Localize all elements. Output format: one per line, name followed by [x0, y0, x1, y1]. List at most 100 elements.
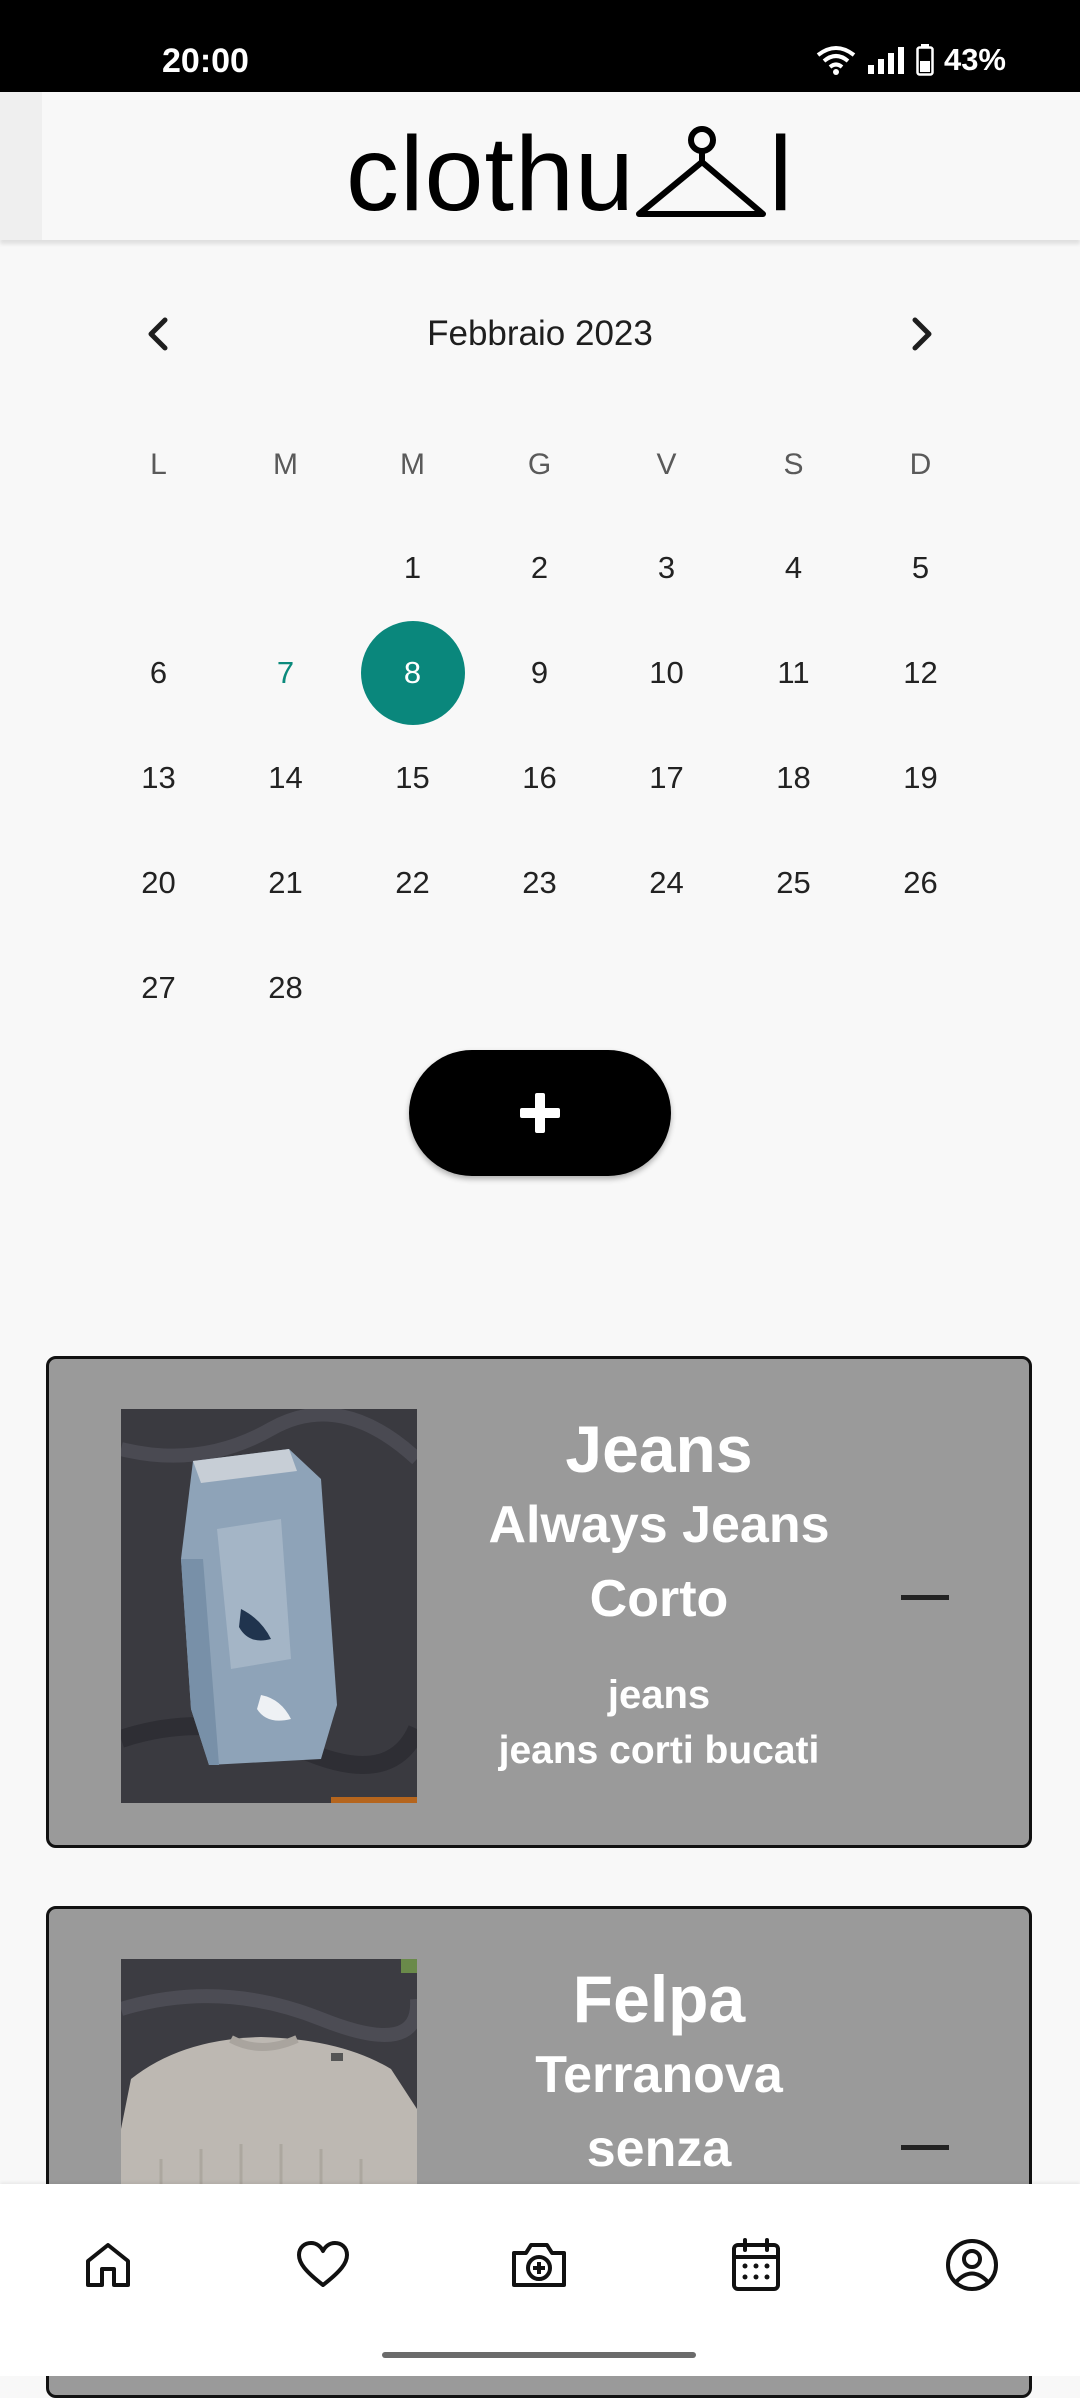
- calendar-day-number: 3: [657, 549, 676, 585]
- weekday-header: G: [527, 448, 552, 481]
- calendar-day[interactable]: 15: [349, 725, 476, 830]
- calendar-day[interactable]: 3: [603, 515, 730, 620]
- nav-add-photo[interactable]: [504, 2230, 574, 2300]
- item-fit: Corto: [589, 1570, 729, 1628]
- calendar-day-number: 27: [141, 969, 176, 1005]
- calendar-day[interactable]: 12: [857, 620, 984, 725]
- remove-item-button[interactable]: [901, 1595, 949, 1600]
- clothing-item-card[interactable]: Jeans Always Jeans Corto jeans jeans cor…: [46, 1356, 1032, 1848]
- item-brand: Terranova: [535, 2046, 783, 2104]
- calendar-day[interactable]: 28: [222, 935, 349, 1040]
- calendar-day-selected[interactable]: 8: [349, 620, 476, 725]
- calendar-day-number: 12: [903, 654, 938, 690]
- calendar-day-number: 8: [360, 620, 465, 725]
- weekday-header: L: [150, 448, 167, 481]
- calendar-day[interactable]: 20: [95, 830, 222, 935]
- status-indicators: 43%: [816, 40, 1006, 80]
- nav-calendar[interactable]: [721, 2230, 791, 2300]
- chevron-right-icon: [912, 317, 932, 351]
- status-bar: 20:00 43%: [0, 0, 1080, 92]
- calendar-day[interactable]: 23: [476, 830, 603, 935]
- calendar-day-number: 10: [649, 654, 684, 690]
- calendar-day-number: 11: [777, 654, 810, 690]
- calendar-day-number: 15: [395, 759, 430, 795]
- wifi-icon: [816, 46, 856, 75]
- status-time: 20:00: [162, 42, 249, 80]
- calendar-day-number: 7: [276, 654, 295, 690]
- app-header: clothu l: [0, 92, 1080, 240]
- calendar-day[interactable]: 17: [603, 725, 730, 830]
- hanger-icon: [635, 126, 766, 217]
- weekday-header: V: [656, 448, 677, 481]
- calendar-day-number: 21: [268, 864, 303, 900]
- calendar-day[interactable]: 24: [603, 830, 730, 935]
- calendar-day[interactable]: 18: [730, 725, 857, 830]
- calendar-day-number: 25: [776, 864, 811, 900]
- nav-profile[interactable]: [937, 2230, 1007, 2300]
- calendar-nav: Febbraio 2023: [0, 240, 1080, 410]
- calendar-day[interactable]: 16: [476, 725, 603, 830]
- home-indicator[interactable]: [382, 2352, 696, 2358]
- calendar-day[interactable]: 1: [349, 515, 476, 620]
- signal-icon: [867, 47, 904, 74]
- plus-icon: [520, 1093, 560, 1133]
- weekday-header: M: [400, 448, 425, 481]
- battery-percentage: 43%: [943, 42, 1006, 77]
- item-description: jeans corti bucati: [498, 1729, 820, 1772]
- calendar-day-number: 4: [784, 549, 803, 585]
- calendar-day[interactable]: 22: [349, 830, 476, 935]
- calendar-day-number: 16: [522, 759, 557, 795]
- weekday-header: S: [783, 448, 804, 481]
- calendar-day-number: 17: [649, 759, 684, 795]
- calendar-day[interactable]: 4: [730, 515, 857, 620]
- calendar-day[interactable]: 19: [857, 725, 984, 830]
- calendar-day[interactable]: 26: [857, 830, 984, 935]
- calendar-day-number: 9: [530, 654, 549, 690]
- app-logo: clothu l: [346, 115, 794, 233]
- remove-item-button[interactable]: [901, 2145, 949, 2150]
- calendar-day[interactable]: 5: [857, 515, 984, 620]
- calendar-day-number: 1: [403, 549, 422, 585]
- calendar-day[interactable]: 27: [95, 935, 222, 1040]
- calendar-grid: L M M G V S D 1 2 3 4 5 6 7 8 9 10 11 12 13 14 15 16 17 18 19 20 21…: [95, 415, 985, 1040]
- calendar-day-number: 26: [903, 864, 938, 900]
- calendar-day[interactable]: 11: [730, 620, 857, 725]
- next-month-button[interactable]: [892, 304, 952, 364]
- calendar-day-number: 28: [268, 969, 303, 1005]
- nav-favorites[interactable]: [288, 2230, 358, 2300]
- logo-text-tail: l: [768, 115, 794, 233]
- calendar-day[interactable]: 10: [603, 620, 730, 725]
- item-type: jeans: [607, 1673, 711, 1717]
- calendar-day[interactable]: 14: [222, 725, 349, 830]
- calendar-day-number: 5: [911, 549, 930, 585]
- item-category: Jeans: [565, 1412, 753, 1486]
- calendar-day-number: 22: [395, 864, 430, 900]
- calendar-day-number: 2: [530, 549, 549, 585]
- calendar-day[interactable]: 25: [730, 830, 857, 935]
- profile-icon: [946, 2239, 998, 2291]
- calendar-day-number: 14: [268, 759, 303, 795]
- calendar-empty-cell: [95, 515, 222, 620]
- calendar-day-number: 6: [149, 654, 168, 690]
- camera-add-icon: [512, 2243, 566, 2287]
- calendar-day[interactable]: 2: [476, 515, 603, 620]
- calendar-icon: [732, 2238, 780, 2291]
- calendar-day[interactable]: 21: [222, 830, 349, 935]
- calendar-day-number: 13: [141, 759, 176, 795]
- calendar-day-number: 18: [776, 759, 811, 795]
- nav-home[interactable]: [73, 2230, 143, 2300]
- item-category: Felpa: [572, 1962, 746, 2036]
- item-fit: senza: [586, 2120, 732, 2178]
- home-icon: [86, 2243, 130, 2287]
- calendar-day[interactable]: 13: [95, 725, 222, 830]
- item-details: Felpa Terranova senza: [469, 1959, 849, 2187]
- calendar-day[interactable]: 7: [222, 620, 349, 725]
- calendar-day[interactable]: 6: [95, 620, 222, 725]
- add-outfit-button[interactable]: [409, 1050, 671, 1176]
- calendar-day-number: 24: [649, 864, 684, 900]
- item-photo: [121, 1409, 417, 1803]
- item-brand: Always Jeans: [488, 1496, 830, 1554]
- calendar-day[interactable]: 9: [476, 620, 603, 725]
- calendar-empty-cell: [222, 515, 349, 620]
- calendar-day-number: 23: [522, 864, 557, 900]
